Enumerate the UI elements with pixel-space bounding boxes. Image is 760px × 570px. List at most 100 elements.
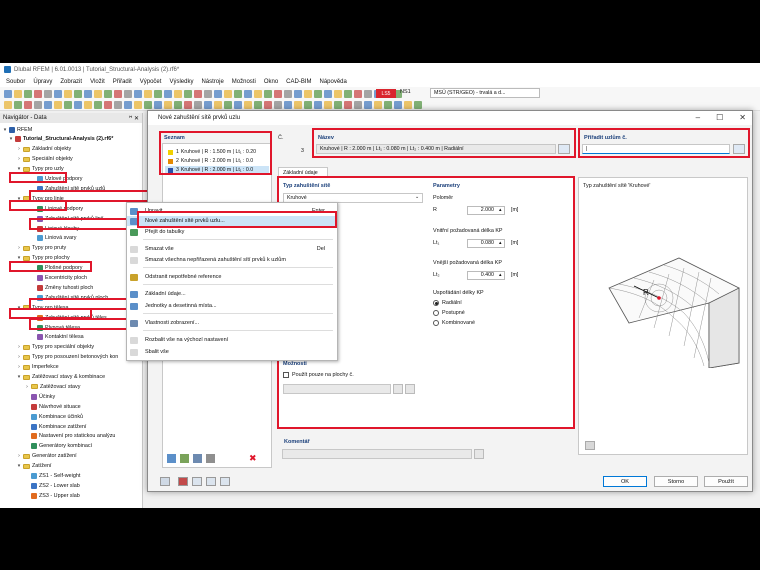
toolbar-button-icon[interactable]: [274, 101, 282, 109]
tree-node[interactable]: Plošné podpory: [30, 264, 82, 273]
tree-node[interactable]: Uzlové podpory: [30, 175, 82, 184]
context-menu-item[interactable]: Vlastnosti zobrazení...: [127, 318, 337, 328]
tree-node[interactable]: Zahuštění sítě prvků linií: [30, 214, 103, 223]
tree-expander-icon[interactable]: ›: [16, 453, 22, 459]
preview-settings-icon[interactable]: [585, 441, 595, 450]
tree-expander-icon[interactable]: ›: [24, 384, 30, 390]
new-item-icon[interactable]: [167, 454, 176, 463]
radio-combined-dot[interactable]: [433, 320, 439, 326]
toolbar-button-icon[interactable]: [264, 101, 272, 109]
toolbar-button-icon[interactable]: [34, 101, 42, 109]
tree-node[interactable]: › Typy pro pruty: [16, 244, 66, 253]
toolbar-button-icon[interactable]: [394, 101, 402, 109]
context-menu-item[interactable]: Přejít do tabulky: [127, 227, 337, 237]
tree-expander-icon[interactable]: ▾: [16, 255, 22, 261]
context-menu-item[interactable]: Sbalit vše: [127, 347, 337, 357]
cancel-button[interactable]: Storno: [654, 476, 698, 487]
toolbar-button-icon[interactable]: [24, 90, 32, 98]
list-item[interactable]: 2 Kruhové | R : 2.000 m | Lt₁ : 0.0: [165, 157, 269, 165]
tab-basic-data[interactable]: Základní údaje: [278, 167, 328, 177]
tree-node[interactable]: ▾ Typy pro tělesa: [16, 303, 69, 312]
tree-node[interactable]: Liniová svary: [30, 234, 76, 243]
menu-item[interactable]: Výpočet: [140, 79, 162, 85]
toolbar-button-icon[interactable]: [364, 90, 372, 98]
list-item[interactable]: 3 Kruhové | R : 2.000 m | Lt₁ : 0.0: [165, 166, 269, 174]
radio-radial-dot[interactable]: [433, 300, 439, 306]
menu-item[interactable]: Nástroje: [201, 79, 223, 85]
tree-expander-icon[interactable]: ▾: [16, 196, 22, 202]
info-icon[interactable]: [206, 477, 216, 486]
toolbar-button-icon[interactable]: [354, 90, 362, 98]
context-menu-item[interactable]: Smazat vše Del: [127, 244, 337, 254]
toolbar-button-icon[interactable]: [204, 101, 212, 109]
menu-item[interactable]: Úpravy: [33, 79, 52, 85]
menu-item[interactable]: Soubor: [6, 79, 25, 85]
toolbar-button-icon[interactable]: [254, 90, 262, 98]
toolbar-button-icon[interactable]: [304, 90, 312, 98]
tree-node[interactable]: ▾ RFEM: [2, 125, 32, 134]
assign-nodes-input[interactable]: |: [582, 144, 730, 154]
toolbar-button-icon[interactable]: [194, 101, 202, 109]
toolbar-button-icon[interactable]: [14, 90, 22, 98]
name-field[interactable]: Kruhové | R : 2.000 m | Lt₁ : 0.080 m | …: [316, 144, 556, 154]
toolbar-button-icon[interactable]: [144, 90, 152, 98]
tree-node[interactable]: ▾ Typy pro plochy: [16, 254, 70, 263]
toolbar-button-icon[interactable]: [254, 101, 262, 109]
toolbar-button-icon[interactable]: [194, 90, 202, 98]
ok-button[interactable]: OK: [603, 476, 647, 487]
load-case-badge[interactable]: LS5: [376, 89, 396, 98]
toolbar-button-icon[interactable]: [84, 90, 92, 98]
tree-node[interactable]: Kontaktní tělesa: [30, 333, 84, 342]
navigator-pin-icon[interactable]: ꟸ ✕: [129, 115, 139, 122]
close-icon[interactable]: ✕: [739, 113, 746, 122]
toolbar-button-icon[interactable]: [24, 101, 32, 109]
radio-gradual[interactable]: Postupné: [433, 310, 475, 316]
tree-node[interactable]: Generátory kombinací: [24, 442, 92, 451]
toolbar-button-icon[interactable]: [44, 101, 52, 109]
context-menu-item[interactable]: Nové zahuštění sítě prvků uzlu...: [127, 216, 337, 226]
tree-node[interactable]: ▾ Typy pro uzly: [16, 165, 64, 174]
toolbar-button-icon[interactable]: [354, 101, 362, 109]
menu-item[interactable]: Přiřadit: [113, 79, 132, 85]
toolbar-button-icon[interactable]: [74, 90, 82, 98]
radio-radial[interactable]: Radiální: [433, 300, 475, 306]
comment-icon[interactable]: [474, 449, 484, 459]
color-icon[interactable]: [178, 477, 188, 486]
menu-item[interactable]: Výsledky: [169, 79, 193, 85]
renumber-icon[interactable]: [193, 454, 202, 463]
toolbar-button-icon[interactable]: [154, 90, 162, 98]
tree-node[interactable]: ZS3 - Upper slab: [24, 491, 80, 500]
toolbar-button-icon[interactable]: [384, 101, 392, 109]
toolbar-button-icon[interactable]: [224, 90, 232, 98]
tree-node[interactable]: › Typy pro speciální objekty: [16, 343, 94, 352]
tree-node[interactable]: Liniové podpory: [30, 204, 83, 213]
toolbar-button-icon[interactable]: [64, 101, 72, 109]
lt2-spin-icon[interactable]: ▴: [499, 272, 502, 278]
tree-node[interactable]: › Typy pro posouzení betonových kon: [16, 353, 118, 362]
tree-node[interactable]: Nastavení pro statickou analýzu: [24, 432, 115, 441]
toolbar-button-icon[interactable]: [14, 101, 22, 109]
toolbar-button-icon[interactable]: [364, 101, 372, 109]
tree-node[interactable]: › Zatěžovací stavy: [24, 382, 80, 391]
context-menu-item[interactable]: Rozbalit vše na výchozí nastavení: [127, 335, 337, 345]
toolbar-button-icon[interactable]: [294, 101, 302, 109]
comment-input[interactable]: [282, 449, 472, 459]
select-nodes-icon[interactable]: [733, 144, 745, 154]
toolbar-button-icon[interactable]: [234, 90, 242, 98]
toolbar-button-icon[interactable]: [4, 101, 12, 109]
pick-surfaces-icon[interactable]: [393, 384, 403, 394]
tree-node[interactable]: Zahuštění sítě prvků těles: [30, 313, 107, 322]
toolbar-button-icon[interactable]: [214, 90, 222, 98]
menu-item[interactable]: Vložit: [90, 79, 105, 85]
toolbar-button-icon[interactable]: [104, 90, 112, 98]
toolbar-button-icon[interactable]: [244, 101, 252, 109]
context-menu-item[interactable]: Smazat všechna nepřiřazená zahuštění sít…: [127, 255, 337, 265]
toolbar-button-icon[interactable]: [164, 101, 172, 109]
tree-expander-icon[interactable]: ▾: [16, 374, 22, 380]
combo-select[interactable]: MSÚ (STR/GEO) - trvalá a d...: [430, 88, 540, 98]
toolbar-button-icon[interactable]: [284, 90, 292, 98]
toolbar-button-icon[interactable]: [34, 90, 42, 98]
toolbar-button-icon[interactable]: [234, 101, 242, 109]
context-menu-item[interactable]: Jednotky a desetinná místa...: [127, 301, 337, 311]
context-menu-item[interactable]: Odstranit nepotřebné reference: [127, 272, 337, 282]
